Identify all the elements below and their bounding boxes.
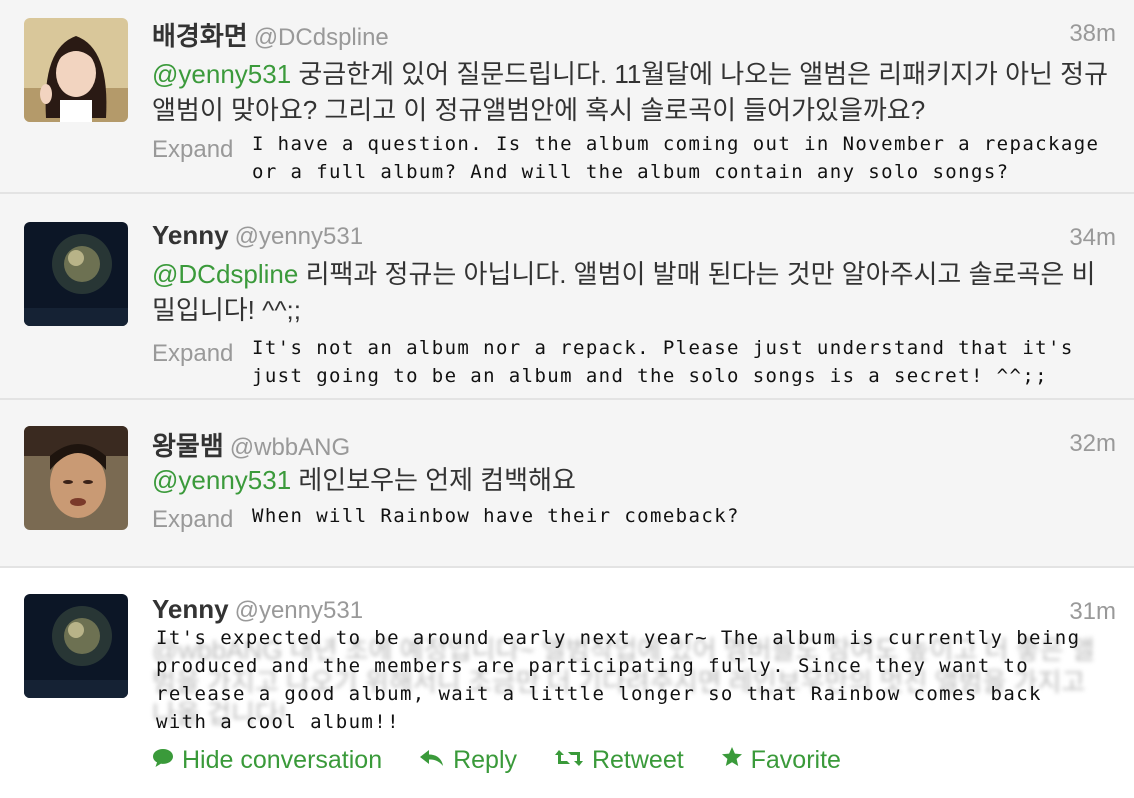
avatar[interactable] [24,426,128,530]
hide-conversation-button[interactable]: Hide conversation [152,746,389,774]
author-handle[interactable]: @yenny531 [235,597,363,624]
timestamp[interactable]: 38m [1069,20,1116,48]
tweet-3[interactable]: 왕물뱀 @wbbANG 32m @yenny531 레인보우는 언제 컴백해요 E… [0,400,1134,568]
mention-link[interactable]: @yenny531 [152,465,291,495]
author-name[interactable]: 왕물뱀 @wbbANG [152,426,350,463]
tweet-text: @yenny531 궁금한게 있어 질문드립니다. 11월달에 나오는 앨범은 … [152,59,1108,125]
mention-link[interactable]: @DCdspline [152,259,298,289]
tweet-text: @yenny531 레인보우는 언제 컴백해요 [152,465,576,495]
expand-link[interactable]: Expand [152,136,233,164]
expand-link[interactable]: Expand [152,506,233,534]
timestamp[interactable]: 32m [1069,430,1116,458]
translation-annotation: It's expected to be around early next ye… [156,627,1081,733]
star-icon [721,746,743,775]
expand-link[interactable]: Expand [152,340,233,368]
author-handle[interactable]: @DCdspline [254,24,389,51]
translation-annotation: I have a question. Is the album coming o… [252,133,1100,183]
favorite-button[interactable]: Favorite [721,746,841,774]
mention-link[interactable]: @yenny531 [152,59,291,89]
retweet-icon [554,746,584,775]
timestamp[interactable]: 34m [1069,224,1116,252]
author-name[interactable]: 배경화면 @DCdspline [152,16,389,53]
translation-annotation: When will Rainbow have their comeback? [252,505,740,527]
timestamp[interactable]: 31m [1069,598,1116,626]
avatar[interactable] [24,222,128,326]
author-name[interactable]: Yenny @yenny531 [152,594,363,625]
translation-annotation: It's not an album nor a repack. Please j… [252,337,1074,387]
reply-button[interactable]: Reply [419,746,524,774]
avatar[interactable] [24,18,128,122]
tweet-text: @DCdspline 리팩과 정규는 아닙니다. 앨범이 발매 된다는 것만 알… [152,259,1096,325]
reply-arrow-icon [419,746,445,775]
speech-bubble-icon [152,746,174,775]
author-handle[interactable]: @wbbANG [230,434,350,461]
tweet-1[interactable]: 배경화면 @DCdspline 38m @yenny531 궁금한게 있어 질문드… [0,0,1134,194]
avatar[interactable] [24,594,128,698]
author-name[interactable]: Yenny @yenny531 [152,220,363,251]
tweet-actions: Hide conversation Reply Retweet Favorite [152,746,871,775]
author-handle[interactable]: @yenny531 [235,223,363,250]
tweet-2[interactable]: Yenny @yenny531 34m @DCdspline 리팩과 정규는 아닙… [0,194,1134,400]
retweet-button[interactable]: Retweet [554,746,691,774]
